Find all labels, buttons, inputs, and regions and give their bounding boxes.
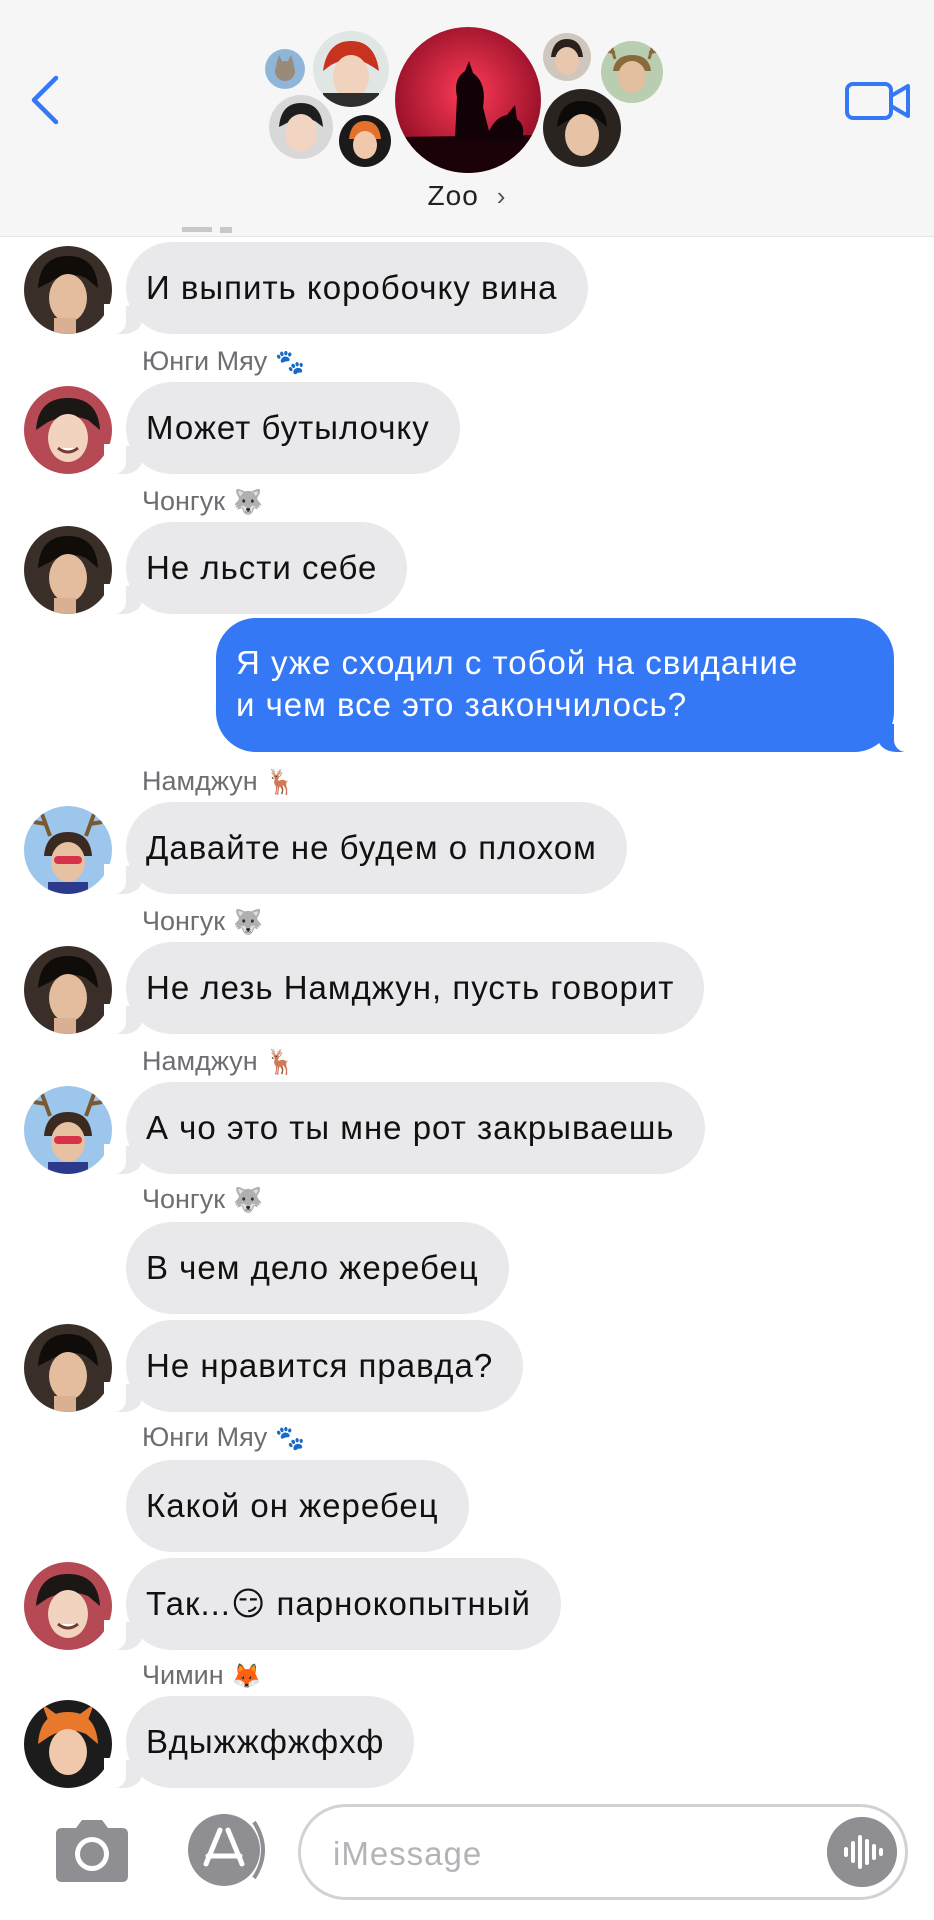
video-camera-icon[interactable] bbox=[844, 78, 912, 124]
incoming-message[interactable]: Какой он жеребец bbox=[126, 1460, 469, 1552]
incoming-message[interactable]: Давайте не будем о плохом bbox=[104, 802, 627, 894]
incoming-message[interactable]: Вдыжжфжфхф bbox=[103, 1696, 415, 1788]
chevron-right-icon: › bbox=[496, 181, 507, 211]
avatar-yoongi bbox=[24, 1562, 112, 1650]
message-line: Я уже сходил с тобой на свидание bbox=[236, 644, 799, 681]
avatar-jimin bbox=[24, 1700, 112, 1788]
message-input[interactable] bbox=[331, 1825, 795, 1883]
sender-name: Намджун bbox=[142, 1046, 258, 1076]
incoming-message[interactable]: Не льсти себе bbox=[103, 522, 408, 614]
incoming-message[interactable]: Не лезь Намджун, пусть говорит bbox=[103, 942, 705, 1034]
sender-label: Чимин 🦊 bbox=[142, 1658, 262, 1692]
app-store-icon[interactable] bbox=[180, 1812, 276, 1888]
incoming-message[interactable]: Так...😏 парнокопытный bbox=[104, 1558, 561, 1650]
sender-label: Намджун 🦌 bbox=[142, 764, 296, 798]
group-photo bbox=[392, 24, 544, 176]
avatar bbox=[266, 92, 336, 162]
avatar-yoongi bbox=[24, 386, 112, 474]
incoming-message[interactable]: И выпить коробочку вина bbox=[104, 242, 588, 334]
sender-name: Чонгук bbox=[142, 1184, 226, 1214]
conversation-header: Zoo › bbox=[0, 0, 934, 237]
paw-icon: 🐾 bbox=[275, 349, 306, 376]
avatar-jungkook bbox=[24, 526, 112, 614]
sender-name: Чонгук bbox=[142, 486, 226, 516]
avatar-jungkook bbox=[24, 1324, 112, 1412]
incoming-message[interactable]: В чем дело жеребец bbox=[126, 1222, 509, 1314]
sender-label: Чонгук 🐺 bbox=[142, 1182, 263, 1216]
paw-icon: 🐾 bbox=[275, 1425, 306, 1452]
cut-off-sender-label bbox=[142, 226, 262, 238]
sender-label: Намджун 🦌 bbox=[142, 1044, 296, 1078]
group-name-link[interactable]: Zoo › bbox=[0, 180, 934, 212]
avatar bbox=[262, 46, 308, 92]
incoming-message[interactable]: А чо это ты мне рот закрываешь bbox=[104, 1082, 705, 1174]
avatar bbox=[310, 28, 392, 110]
avatar-jungkook bbox=[24, 246, 112, 334]
sender-label: Юнги Мяу 🐾 bbox=[142, 1420, 305, 1454]
sender-label: Юнги Мяу 🐾 bbox=[142, 344, 305, 378]
sender-name: Намджун bbox=[142, 766, 258, 796]
message-input-field[interactable] bbox=[298, 1804, 908, 1900]
wolf-icon: 🐺 bbox=[233, 489, 263, 516]
avatar bbox=[540, 30, 594, 84]
avatar-namjoon bbox=[24, 1086, 112, 1174]
wolf-icon: 🐺 bbox=[233, 1187, 263, 1214]
waveform-icon[interactable] bbox=[827, 1817, 897, 1887]
sender-name: Юнги Мяу bbox=[142, 346, 268, 376]
compose-bar bbox=[0, 1790, 934, 1920]
sender-name: Чонгук bbox=[142, 906, 226, 936]
incoming-message[interactable]: Не нравится правда? bbox=[103, 1320, 524, 1412]
camera-icon[interactable] bbox=[48, 1818, 136, 1884]
outgoing-message[interactable]: Я уже сходил с тобой на свидание и чем в… bbox=[216, 618, 916, 752]
group-name: Zoo bbox=[427, 180, 479, 211]
avatar-jungkook bbox=[24, 946, 112, 1034]
fox-icon: 🦊 bbox=[231, 1663, 262, 1690]
sender-name: Юнги Мяу bbox=[142, 1422, 268, 1452]
sender-name: Чимин bbox=[142, 1660, 224, 1690]
avatar bbox=[336, 112, 394, 170]
wolf-icon: 🐺 bbox=[233, 909, 263, 936]
sender-label: Чонгук 🐺 bbox=[142, 904, 263, 938]
deer-icon: 🦌 bbox=[265, 1049, 296, 1076]
sender-label: Чонгук 🐺 bbox=[142, 484, 263, 518]
message-line: и чем все это закончилось? bbox=[236, 686, 688, 723]
incoming-message[interactable]: Может бутылочку bbox=[104, 382, 460, 474]
avatar bbox=[540, 86, 624, 170]
deer-icon: 🦌 bbox=[265, 769, 296, 796]
avatar-namjoon bbox=[24, 806, 112, 894]
